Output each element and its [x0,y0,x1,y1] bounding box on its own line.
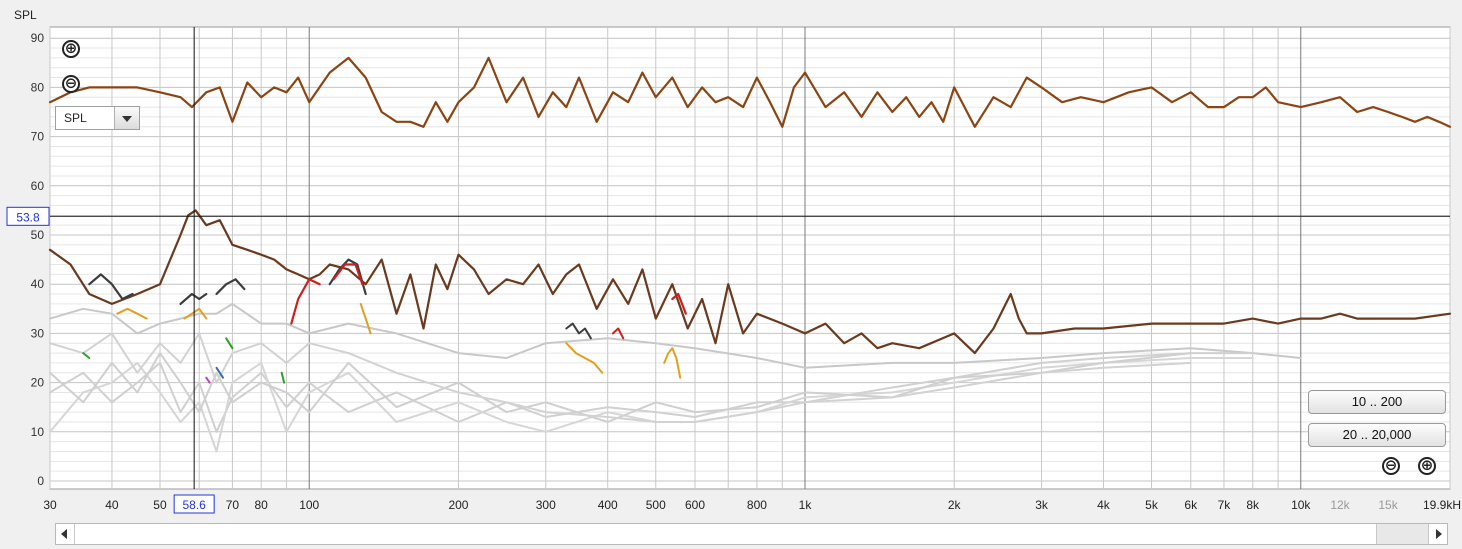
spl-chart[interactable]: SPL 0 10 20 30 40 50 60 70 80 90 30 40 50 70 80 100 200… [0,0,1462,549]
x-tick-label: 2k [948,498,962,512]
x-tick-label: 50 [153,498,167,512]
x-tick-label: 100 [299,498,319,512]
x-tick-label: 500 [646,498,666,512]
zoom-out-horizontal-icon[interactable]: ⊖ [1382,457,1400,475]
y-tick-label: 60 [31,179,45,193]
x-tick-label: 6k [1184,498,1198,512]
scroll-thumb[interactable] [74,524,1377,544]
x-tick-label: 8k [1246,498,1260,512]
zoom-in-vertical-icon[interactable]: ⊕ [62,40,80,58]
x-tick-label: 200 [448,498,468,512]
range-20-20000-button[interactable]: 20 .. 20,000 [1308,423,1446,447]
y-tick-label: 10 [31,425,45,439]
measure-select[interactable]: SPL [55,106,140,130]
x-tick-end-label: 19.9kH [1423,498,1461,512]
y-axis-label: SPL [14,8,37,22]
x-tick-label: 3k [1035,498,1049,512]
x-tick-label: 400 [598,498,618,512]
x-tick-label: 600 [685,498,705,512]
cursor-x-readout: 58.6 [182,498,206,512]
zoom-out-vertical-icon[interactable]: ⊖ [62,75,80,93]
y-tick-label: 50 [31,228,45,242]
x-tick-label: 4k [1097,498,1111,512]
y-tick-label: 0 [37,474,44,488]
x-tick-label: 300 [536,498,556,512]
x-tick-label: 800 [747,498,767,512]
y-tick-label: 70 [31,130,45,144]
scroll-right-icon[interactable] [1428,524,1447,544]
range-10-200-button[interactable]: 10 .. 200 [1308,390,1446,414]
y-tick-label: 90 [31,31,45,45]
x-tick-label: 70 [226,498,240,512]
x-tick-label: 30 [43,498,57,512]
x-tick-label: 1k [799,498,813,512]
x-tick-label: 40 [105,498,119,512]
horizontal-scrollbar[interactable] [55,523,1448,545]
zoom-in-horizontal-icon[interactable]: ⊕ [1418,457,1436,475]
x-tick-labels: 30 40 50 70 80 100 200 300 400 500 600 800 1k 2k 3k 4k 5… [43,498,1461,512]
x-tick-label: 12k [1330,498,1350,512]
y-tick-labels: 0 10 20 30 40 50 60 70 80 90 [31,31,45,488]
y-tick-label: 20 [31,376,45,390]
y-tick-label: 40 [31,277,45,291]
y-tick-label: 80 [31,80,45,94]
x-tick-label: 80 [255,498,269,512]
cursor-y-readout: 53.8 [16,210,40,224]
x-tick-label: 5k [1145,498,1159,512]
chevron-down-icon[interactable] [114,107,139,129]
x-tick-label: 10k [1291,498,1311,512]
measure-select-value: SPL [64,111,87,125]
x-tick-label: 7k [1218,498,1232,512]
y-tick-label: 30 [31,326,45,340]
scroll-left-icon[interactable] [56,524,75,544]
x-tick-label: 15k [1378,498,1398,512]
